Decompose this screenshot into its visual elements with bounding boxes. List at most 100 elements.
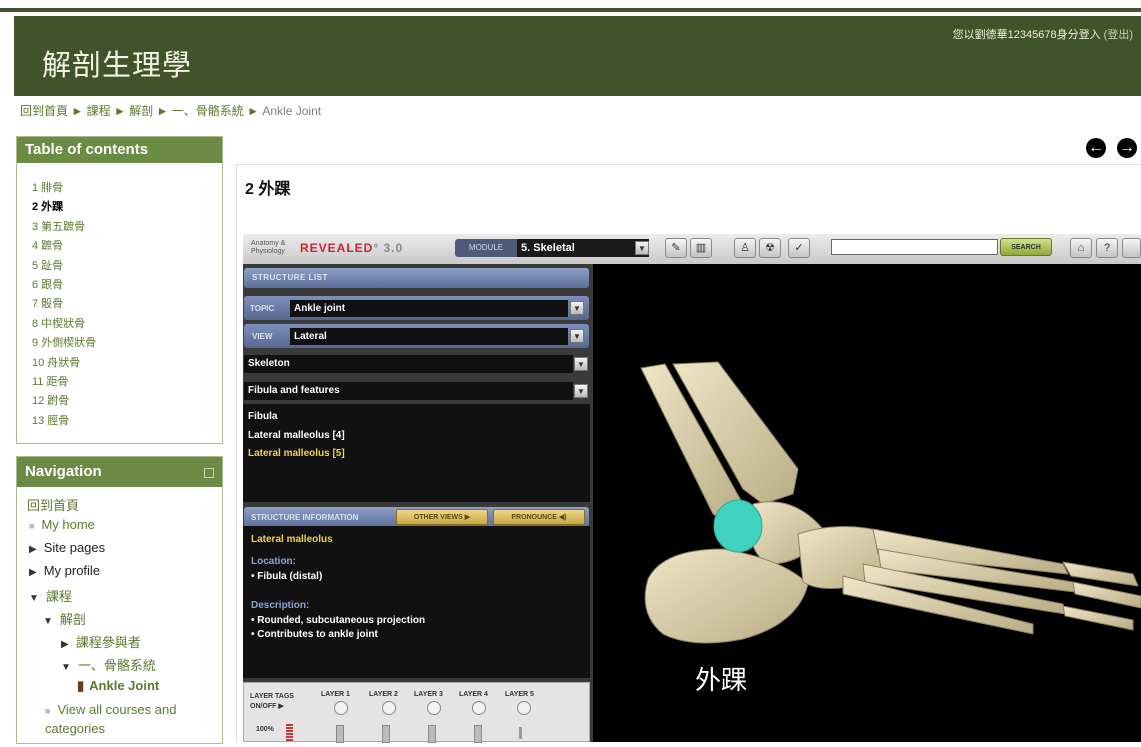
app-brand: REVEALED° 3.0 bbox=[300, 241, 404, 255]
pencil-icon[interactable]: ✎ bbox=[665, 238, 687, 258]
layer-4-toggle[interactable] bbox=[472, 701, 486, 715]
nav-my-home-label: My home bbox=[41, 517, 95, 532]
structure-list-header: STRUCTURE LIST bbox=[244, 268, 589, 288]
layer-4-slider[interactable] bbox=[474, 725, 482, 743]
nav-site-pages[interactable]: ▶ Site pages bbox=[29, 540, 105, 555]
location-label: Location: bbox=[251, 556, 296, 567]
check-icon[interactable]: ✓ bbox=[788, 238, 810, 258]
breadcrumb-home[interactable]: 回到首頁 bbox=[20, 104, 68, 118]
other-views-label: OTHER VIEWS bbox=[413, 514, 463, 521]
info-title: Lateral malleolus bbox=[251, 534, 333, 545]
nav-courses[interactable]: ▼ 課程 bbox=[29, 586, 72, 605]
toc-item-10[interactable]: 10 舟狀骨 bbox=[32, 354, 222, 373]
next-page-icon[interactable]: → bbox=[1117, 138, 1137, 158]
collapse-arrow-icon: ▼ bbox=[43, 616, 53, 627]
module-select[interactable]: 5. Skeletal bbox=[517, 239, 649, 257]
ankle-bone-illustration bbox=[640, 361, 1141, 644]
system-select[interactable]: Skeleton bbox=[244, 355, 573, 373]
expand-arrow-icon: ▶ bbox=[29, 544, 37, 555]
layer-3-slider[interactable] bbox=[428, 725, 436, 743]
nav-view-all[interactable]: ■ View all courses and categories bbox=[45, 701, 215, 737]
layer-2-toggle[interactable] bbox=[382, 701, 396, 715]
login-info: 您以劉德華12345678身分登入 (登出) bbox=[953, 26, 1133, 42]
chevron-down-icon[interactable]: ▼ bbox=[570, 301, 584, 315]
structure-item[interactable]: Lateral malleolus [4] bbox=[248, 430, 345, 441]
chevron-down-icon[interactable]: ▼ bbox=[574, 384, 588, 398]
topic-select[interactable]: Ankle joint bbox=[290, 300, 568, 317]
breadcrumb-courses[interactable]: 課程 bbox=[87, 104, 111, 118]
layers-icon[interactable]: ▥ bbox=[690, 238, 712, 258]
chevron-down-icon[interactable]: ▼ bbox=[570, 329, 584, 343]
help-icon[interactable]: ? bbox=[1096, 238, 1118, 258]
logout-link[interactable]: (登出) bbox=[1104, 29, 1133, 41]
block-dock-icon[interactable] bbox=[204, 468, 214, 478]
nav-current-page[interactable]: ▮ Ankle Joint bbox=[77, 678, 159, 694]
toc-item-5[interactable]: 5 趾骨 bbox=[32, 257, 222, 276]
anatomy-viewer[interactable] bbox=[593, 264, 1141, 742]
view-select[interactable]: Lateral bbox=[290, 328, 568, 345]
site-title[interactable]: 解剖生理學 bbox=[42, 42, 192, 84]
home-icon[interactable]: ⌂ bbox=[1070, 238, 1092, 258]
layer-1-slider[interactable] bbox=[336, 725, 344, 743]
app-version: 3.0 bbox=[383, 241, 404, 255]
toc-item-12[interactable]: 12 跗骨 bbox=[32, 392, 222, 411]
nav-view-all-label: View all courses and categories bbox=[45, 702, 177, 736]
chapter-title: 2 外踝 bbox=[245, 181, 291, 198]
structure-item[interactable]: Fibula bbox=[248, 411, 277, 422]
toc-item-9[interactable]: 9 外側楔狀骨 bbox=[32, 334, 222, 353]
search-button[interactable]: SEARCH bbox=[1000, 238, 1052, 256]
nav-my-profile[interactable]: ▶ My profile bbox=[29, 563, 100, 578]
nav-my-home[interactable]: ■ My home bbox=[29, 517, 95, 532]
toc-item-13[interactable]: 13 脛骨 bbox=[32, 412, 222, 431]
lateral-malleolus-highlight bbox=[713, 499, 763, 553]
layer-3-toggle[interactable] bbox=[427, 701, 441, 715]
viewer-structure-label: 外踝 bbox=[695, 666, 748, 696]
breadcrumb-skeletal[interactable]: 一、骨骼系統 bbox=[172, 104, 244, 118]
view-value: Lateral bbox=[294, 331, 327, 342]
bullet-icon: ■ bbox=[29, 521, 35, 531]
nav-courses-label: 課程 bbox=[45, 589, 72, 604]
navigation-title: Navigation bbox=[17, 457, 222, 487]
breadcrumb-separator: ► bbox=[71, 104, 84, 118]
search-input[interactable] bbox=[831, 239, 998, 255]
topic-value: Ankle joint bbox=[294, 303, 346, 314]
module-label: MODULE bbox=[455, 239, 517, 257]
opacity-slider[interactable] bbox=[286, 724, 293, 741]
breadcrumb-separator: ► bbox=[156, 104, 169, 118]
chevron-down-icon[interactable]: ▼ bbox=[574, 357, 588, 371]
structure-item-selected[interactable]: Lateral malleolus [5] bbox=[248, 448, 345, 459]
menu-icon[interactable] bbox=[1122, 238, 1141, 258]
pronounce-button[interactable]: PRONOUNCE ◀) bbox=[493, 509, 585, 525]
structure-info: Lateral malleolus Location: • Fibula (di… bbox=[243, 526, 590, 678]
radiation-icon[interactable]: ☢ bbox=[759, 238, 781, 258]
person-icon[interactable]: ♙ bbox=[734, 238, 756, 258]
breadcrumb-separator: ► bbox=[113, 104, 126, 118]
previous-page-icon[interactable]: ← bbox=[1086, 138, 1106, 158]
resource-icon: ▮ bbox=[77, 678, 85, 693]
nav-anatomy[interactable]: ▼ 解剖 bbox=[43, 609, 86, 628]
nav-skeletal[interactable]: ▼ 一、骨骼系統 bbox=[61, 655, 156, 674]
toc-item-8[interactable]: 8 中楔狀骨 bbox=[32, 315, 222, 334]
layer-5-toggle[interactable] bbox=[517, 701, 531, 715]
layer-5-slider[interactable] bbox=[519, 727, 522, 739]
nav-participants[interactable]: ▶ 課程參與者 bbox=[61, 632, 141, 651]
breadcrumb-anatomy[interactable]: 解剖 bbox=[129, 104, 153, 118]
nav-participants-label: 課程參與者 bbox=[75, 635, 141, 650]
layer-tags-onoff: ON/OFF ▶ bbox=[250, 703, 284, 710]
layer-3-label: LAYER 3 bbox=[414, 691, 443, 698]
layer-1-toggle[interactable] bbox=[334, 701, 348, 715]
toc-item-1[interactable]: 1 腓骨 bbox=[32, 179, 222, 198]
description-line: • Contributes to ankle joint bbox=[251, 629, 378, 640]
toc-item-4[interactable]: 4 蹠骨 bbox=[32, 237, 222, 256]
toc-item-3[interactable]: 3 第五蹠骨 bbox=[32, 218, 222, 237]
nav-home[interactable]: 回到首頁 bbox=[27, 495, 79, 514]
other-views-button[interactable]: OTHER VIEWS ▶ bbox=[396, 509, 488, 525]
nav-current-label: Ankle Joint bbox=[89, 678, 160, 693]
toc-item-7[interactable]: 7 骰骨 bbox=[32, 295, 222, 314]
toc-item-11[interactable]: 11 距骨 bbox=[32, 373, 222, 392]
layer-2-slider[interactable] bbox=[382, 725, 390, 743]
toc-item-6[interactable]: 6 跟骨 bbox=[32, 276, 222, 295]
layer-2-label: LAYER 2 bbox=[369, 691, 398, 698]
chevron-down-icon[interactable]: ▼ bbox=[635, 241, 649, 255]
group-select[interactable]: Fibula and features bbox=[244, 382, 573, 400]
